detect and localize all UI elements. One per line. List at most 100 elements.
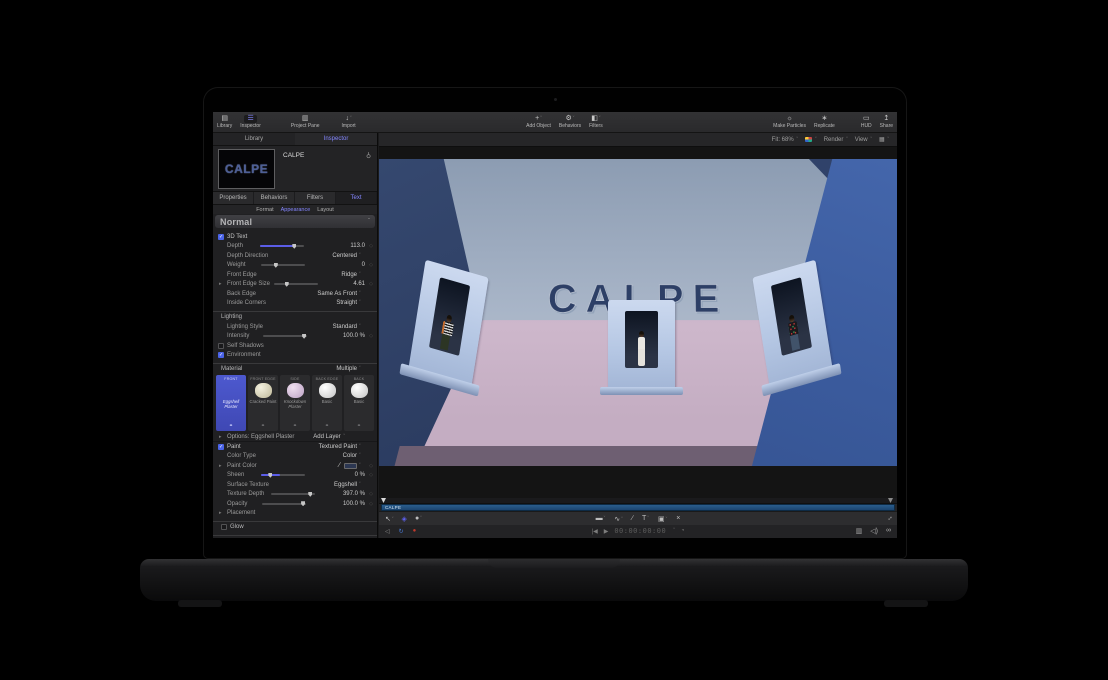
disclosure-icon[interactable]: ▸ — [219, 510, 222, 516]
loop-button[interactable]: ↻ — [399, 528, 404, 535]
material-swatch-side[interactable]: SIDE Knockdown Plaster ⚭ — [280, 375, 310, 431]
weight-value[interactable]: 0 — [321, 262, 365, 268]
keyframe-icon[interactable]: ◇ — [365, 243, 373, 249]
depth-direction-popup[interactable]: Centered — [313, 253, 357, 259]
texture-depth-slider[interactable] — [271, 493, 315, 495]
add-layer-button[interactable]: Add Layer ˇ — [313, 434, 345, 440]
add-object-button[interactable]: +ˇ Add Object — [522, 112, 555, 132]
link-icon[interactable]: ⚭ — [229, 423, 233, 429]
chevron-down-icon[interactable]: ˇ — [673, 528, 675, 534]
text-tool[interactable]: Tˇ — [642, 515, 649, 522]
back-edge-popup[interactable]: Same As Front — [313, 291, 357, 297]
tab-text[interactable]: Text — [336, 192, 377, 204]
keyframe-icon[interactable]: ◇ — [365, 262, 373, 268]
paint-popup[interactable]: Textured Paint — [313, 444, 357, 450]
keyframe-icon[interactable]: ◇ — [365, 333, 373, 339]
tab-inspector[interactable]: Inspector — [295, 133, 377, 145]
mute-button[interactable]: ◁ — [385, 528, 390, 535]
environment-checkbox[interactable]: ✓ — [218, 352, 224, 358]
make-particles-button[interactable]: ☼ Make Particles — [769, 112, 810, 132]
video-frame[interactable]: CALPE — [379, 159, 897, 466]
depth-value[interactable]: 113.0 — [321, 243, 365, 249]
timing-display-mode[interactable]: ◔ — [681, 528, 685, 534]
subtab-layout[interactable]: Layout — [317, 207, 334, 213]
filters-button[interactable]: ◧ˇ Filters — [585, 112, 607, 132]
mask-tool[interactable]: ▣ˇ — [658, 515, 667, 523]
sheen-slider[interactable] — [261, 474, 305, 476]
material-popup[interactable]: Multiple — [313, 366, 357, 372]
opacity-slider[interactable] — [262, 503, 306, 505]
texture-depth-value[interactable]: 397.0 % — [321, 491, 365, 497]
eyedropper-icon[interactable]: ∕ — [339, 462, 340, 469]
link-icon[interactable]: ⚭ — [325, 423, 329, 429]
surface-texture-popup[interactable]: Eggshell — [313, 482, 357, 488]
disclosure-icon[interactable]: ▸ — [219, 281, 222, 287]
keyframe-icon[interactable]: ◇ — [365, 501, 373, 507]
fit-zoom-control[interactable]: Fit: 68% ˇ — [772, 137, 798, 143]
bezier-tool[interactable]: ∿ˇ — [614, 515, 623, 523]
intensity-value[interactable]: 100.0 % — [321, 333, 365, 339]
paint-color-swatch[interactable] — [344, 463, 357, 469]
link-icon[interactable]: ⚭ — [357, 423, 361, 429]
playhead-icon[interactable] — [381, 498, 386, 503]
keyframe-icon[interactable]: ◇ — [365, 281, 373, 287]
style-preset-dropdown[interactable]: Normal ˇ — [215, 215, 375, 228]
library-button[interactable]: ▤ Library — [213, 112, 236, 132]
lighting-style-popup[interactable]: Standard — [313, 324, 357, 330]
tab-properties[interactable]: Properties — [213, 192, 254, 204]
link-icon[interactable]: ⚭ — [293, 423, 297, 429]
crop-tool[interactable]: × — [676, 515, 680, 522]
play-button[interactable]: ▶ — [604, 528, 609, 535]
resize-pane-handle[interactable]: ↕ — [886, 515, 893, 522]
front-edge-popup[interactable]: Ridge — [313, 272, 357, 278]
layout-grid-control[interactable]: ▦ ˇ — [879, 136, 889, 143]
weight-slider[interactable] — [261, 264, 305, 266]
front-edge-size-slider[interactable] — [274, 283, 318, 285]
material-swatch-back[interactable]: BACK Basic ⚭ — [344, 375, 374, 431]
color-type-popup[interactable]: Color — [313, 453, 357, 459]
front-edge-size-value[interactable]: 4.61 — [321, 281, 365, 287]
3d-transform-tool[interactable]: ◈ — [402, 515, 407, 523]
go-to-start-button[interactable]: |◀ — [592, 528, 598, 535]
show-keyframes-button[interactable]: ∞ — [886, 527, 891, 535]
disclosure-icon[interactable]: ▸ — [219, 434, 222, 440]
opacity-value[interactable]: 100.0 % — [321, 501, 365, 507]
share-button[interactable]: ↥ Share — [876, 112, 897, 132]
self-shadows-checkbox[interactable] — [218, 343, 224, 349]
3d-text-checkbox[interactable]: ✓ — [218, 234, 224, 240]
material-swatch-front[interactable]: FRONT Eggshell Plaster ⚭ — [216, 375, 246, 431]
keyframe-icon[interactable]: ◇ — [365, 472, 373, 478]
intensity-slider[interactable] — [263, 335, 307, 337]
disclosure-icon[interactable]: ▸ — [219, 463, 222, 469]
tab-filters[interactable]: Filters — [295, 192, 336, 204]
channel-select[interactable]: ˇ — [805, 137, 817, 143]
show-timeline-button[interactable]: ▥ — [856, 527, 863, 535]
inside-corners-popup[interactable]: Straight — [313, 300, 357, 306]
replicate-button[interactable]: ∗ Replicate — [810, 112, 839, 132]
paint-checkbox[interactable]: ✓ — [218, 444, 224, 450]
timecode-display[interactable]: 00:00:00:00 — [614, 527, 666, 535]
shape-tool[interactable]: ▬ˇ — [596, 515, 606, 522]
end-marker-icon[interactable] — [888, 498, 893, 503]
view-menu[interactable]: View ˇ — [855, 137, 872, 143]
depth-slider[interactable] — [260, 245, 304, 247]
record-button[interactable]: ● — [413, 528, 417, 534]
material-swatch-back-edge[interactable]: BACK EDGE Basic ⚭ — [312, 375, 342, 431]
material-swatch-front-edge[interactable]: FRONT EDGE Cracked Paint ⚭ — [248, 375, 278, 431]
subtab-format[interactable]: Format — [256, 207, 273, 213]
hud-button[interactable]: ▭ HUD — [857, 112, 876, 132]
subtab-appearance[interactable]: Appearance — [281, 207, 311, 213]
preview-thumbnail[interactable]: CALPE — [218, 149, 275, 189]
import-button[interactable]: ↓ˇ Import — [338, 112, 360, 132]
tab-behaviors[interactable]: Behaviors — [254, 192, 295, 204]
project-pane-button[interactable]: ▥ Project Pane — [287, 112, 324, 132]
show-audio-button[interactable]: ◁) — [870, 527, 878, 535]
pin-icon[interactable]: ⚲ — [366, 151, 371, 159]
select-tool[interactable]: ↖ˇ — [385, 515, 394, 523]
tab-library[interactable]: Library — [213, 133, 295, 145]
keyframe-icon[interactable]: ◇ — [365, 491, 373, 497]
render-menu[interactable]: Render ˇ — [824, 137, 848, 143]
inspector-button[interactable]: ☰ Inspector — [236, 112, 265, 132]
behaviors-button[interactable]: ⚙ˇ Behaviors — [555, 112, 585, 132]
timeline-clip-bar[interactable]: CALPE — [381, 504, 895, 511]
